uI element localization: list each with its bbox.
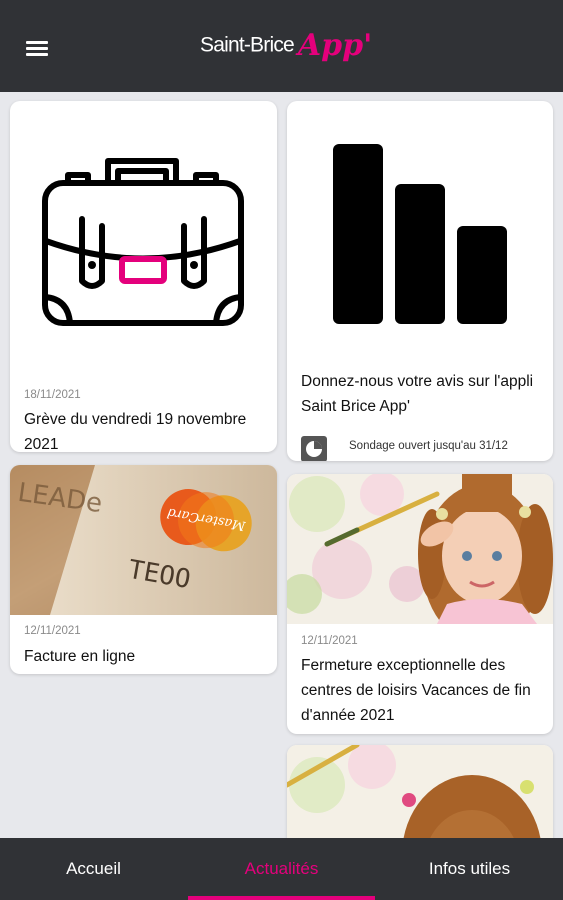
card-title: Grève du vendredi 19 novembre 2021: [24, 411, 247, 452]
card-title: Facture en ligne: [24, 648, 136, 665]
child-painting-image: [287, 474, 553, 624]
tab-accueil[interactable]: Accueil: [0, 838, 187, 900]
card-title: Donnez-nous votre avis sur l'appli Saint…: [301, 373, 534, 415]
active-tab-indicator: [188, 896, 375, 900]
credit-card-image: LEADe MasterCard TEOO: [10, 465, 277, 615]
bar-chart-icon: [287, 101, 553, 356]
news-card-greve[interactable]: 18/11/2021 Grève du vendredi 19 novembre…: [10, 101, 277, 452]
poll-status-text: Sondage ouvert jusqu'au 31/12: [349, 440, 508, 452]
child-painting-image: [287, 745, 553, 838]
logo-app-text: App': [297, 28, 373, 63]
tab-label: Infos utiles: [428, 859, 511, 878]
tab-label: Accueil: [66, 859, 121, 878]
news-card-facture[interactable]: LEADe MasterCard TEOO 12/11/2021 Facture…: [10, 465, 277, 674]
pie-chart-icon: [301, 436, 327, 461]
card-title: Fermeture exceptionnelle des centres de …: [301, 657, 531, 724]
news-card-partial[interactable]: [287, 745, 553, 838]
poll-card[interactable]: Donnez-nous votre avis sur l'appli Saint…: [287, 101, 553, 461]
card-date: 12/11/2021: [301, 635, 358, 647]
logo-brand-text: Saint-Brice: [200, 33, 295, 57]
top-app-bar: Saint-Brice App': [0, 0, 563, 92]
news-card-fermeture[interactable]: 12/11/2021 Fermeture exceptionnelle des …: [287, 474, 553, 734]
tab-infos-utiles[interactable]: Infos utiles: [376, 838, 563, 900]
news-feed[interactable]: 18/11/2021 Grève du vendredi 19 novembre…: [0, 92, 563, 838]
briefcase-icon: [10, 101, 277, 356]
bottom-tab-bar: Accueil Actualités Infos utiles: [0, 838, 563, 900]
app-logo: Saint-Brice App': [200, 28, 372, 68]
card-date: 18/11/2021: [24, 389, 81, 401]
tab-actualites[interactable]: Actualités: [188, 838, 375, 900]
card-date: 12/11/2021: [24, 625, 81, 637]
tab-label: Actualités: [244, 859, 319, 878]
hamburger-menu-icon[interactable]: [24, 36, 52, 60]
